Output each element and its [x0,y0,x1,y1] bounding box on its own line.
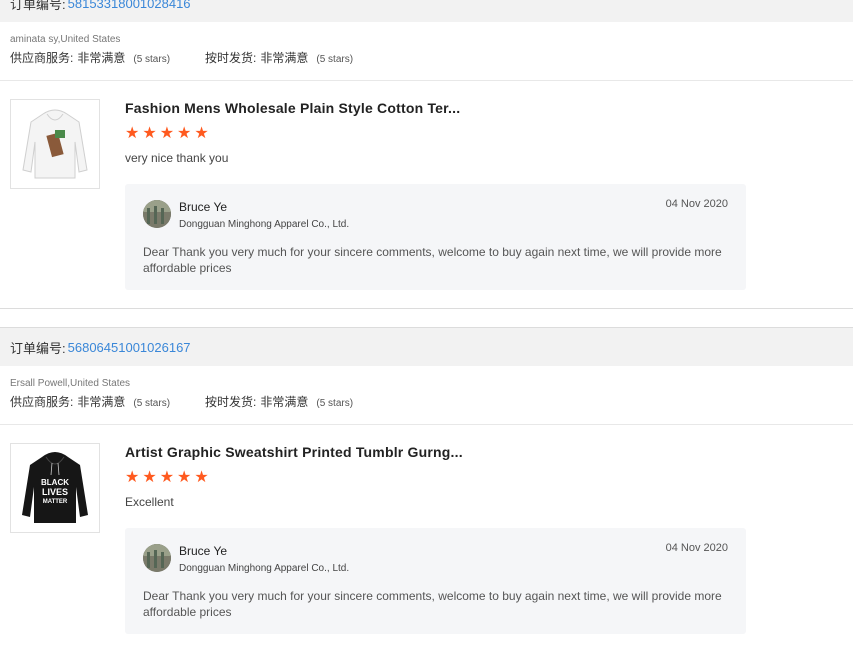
print-line: LIVES [42,487,68,497]
seller-reply: Bruce Ye Dongguan Minghong Apparel Co., … [125,528,746,634]
rating-stars-text: (5 stars) [133,54,171,65]
product-review: BLACK LIVES MATTER Artist Graphic Sweats… [0,425,853,652]
buyer-info: aminata sy,United States 供应商服务: 非常满意 (5 … [0,22,853,81]
rating-label: 供应商服务: [10,51,74,65]
order-number-link[interactable]: 58153318001028416 [68,0,191,11]
white-hoodie-image [22,109,88,179]
supplier-service-rating: 供应商服务: 非常满意 (5 stars) [10,393,170,410]
on-time-shipping-rating: 按时发货: 非常满意 (5 stars) [205,49,353,66]
order-block: 订单编号: 58153318001028416 aminata sy,Unite… [0,0,853,309]
avatar [143,200,171,228]
rating-stars-text: (5 stars) [316,54,354,65]
product-thumbnail[interactable]: BLACK LIVES MATTER [10,443,100,533]
rating-value: 非常满意 [260,395,309,409]
rating-label: 按时发货: [205,395,257,409]
on-time-shipping-rating: 按时发货: 非常满意 (5 stars) [205,393,353,410]
rating-stars-text: (5 stars) [316,398,354,409]
star-icon: ★ [125,125,140,142]
print-line: MATTER [43,499,68,505]
seller-ratings: 供应商服务: 非常满意 (5 stars) 按时发货: 非常满意 (5 star… [10,49,843,80]
star-icon: ★ [177,125,192,142]
product-thumbnail[interactable] [10,99,100,189]
review-comment: very nice thank you [125,151,229,165]
order-number-label: 订单编号: [10,340,66,356]
star-icon: ★ [194,469,209,486]
avatar [143,544,171,572]
order-number-link[interactable]: 56806451001026167 [68,340,191,355]
reply-text: Dear Thank you very much for your sincer… [143,589,722,619]
supplier-service-rating: 供应商服务: 非常满意 (5 stars) [10,49,170,66]
star-rating: ★ ★ ★ ★ ★ [125,126,746,142]
rating-value: 非常满意 [260,51,309,65]
order-header: 订单编号: 58153318001028416 [0,0,853,22]
review-comment: Excellent [125,495,174,509]
print-line: BLACK [41,478,69,487]
seller-name: Bruce Ye [179,544,228,558]
product-review: Fashion Mens Wholesale Plain Style Cotto… [0,81,853,309]
seller-ratings: 供应商服务: 非常满意 (5 stars) 按时发货: 非常满意 (5 star… [10,393,843,424]
order-block: 订单编号: 56806451001026167 Ersall Powell,Un… [0,327,853,652]
star-icon: ★ [194,125,209,142]
seller-company: Dongguan Minghong Apparel Co., Ltd. [179,563,350,574]
rating-value: 非常满意 [77,51,126,65]
star-icon: ★ [177,469,192,486]
star-icon: ★ [125,469,140,486]
buyer-name: Ersall Powell,United States [10,378,131,389]
seller-name: Bruce Ye [179,200,228,214]
seller-company: Dongguan Minghong Apparel Co., Ltd. [179,219,350,230]
rating-value: 非常满意 [77,395,126,409]
buyer-info: Ersall Powell,United States 供应商服务: 非常满意 … [0,366,853,425]
star-icon: ★ [142,469,157,486]
order-number-label: 订单编号: [10,0,66,12]
buyer-name: aminata sy,United States [10,34,121,45]
reply-date: 04 Nov 2020 [665,542,728,554]
reply-date: 04 Nov 2020 [665,198,728,210]
star-icon: ★ [159,469,175,486]
product-title-link[interactable]: Artist Graphic Sweatshirt Printed Tumblr… [125,444,746,460]
order-header: 订单编号: 56806451001026167 [0,327,853,366]
black-hoodie-image: BLACK LIVES MATTER [22,452,88,523]
star-rating: ★ ★ ★ ★ ★ [125,470,746,486]
rating-label: 供应商服务: [10,395,74,409]
rating-stars-text: (5 stars) [133,398,171,409]
seller-reply: Bruce Ye Dongguan Minghong Apparel Co., … [125,184,746,290]
star-icon: ★ [159,125,175,142]
reply-text: Dear Thank you very much for your sincer… [143,245,722,275]
rating-label: 按时发货: [205,51,257,65]
product-title-link[interactable]: Fashion Mens Wholesale Plain Style Cotto… [125,100,746,116]
star-icon: ★ [142,125,157,142]
